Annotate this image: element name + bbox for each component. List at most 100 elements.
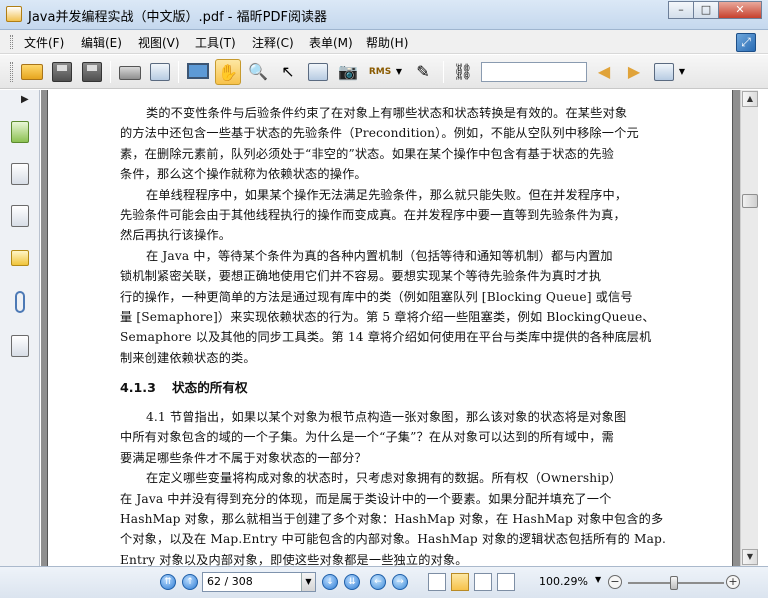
main-toolbar: ✋ 🔍 ↖ 📷 RMS ▼ ✎ ⛓ ◀ ▶ ▼ — [0, 55, 768, 89]
pdf-page[interactable]: 类的不变性条件与后验条件约束了在对象上有哪些状态和状态转换是有效的。在某些对象 … — [47, 90, 733, 566]
next-result-icon[interactable]: ▶ — [621, 59, 647, 85]
text-line: 先验条件可能会由于其他线程执行的操作而变成真。在并发程序中要一直等到先验条件为真… — [120, 207, 626, 222]
toolbar-separator — [178, 61, 179, 83]
page-indicator: 62 / 308 — [207, 575, 253, 588]
open-folder-icon[interactable] — [19, 59, 45, 85]
menu-grip[interactable] — [10, 35, 13, 49]
minimize-button[interactable]: – — [668, 1, 694, 19]
section-title: 状态的所有权 — [172, 380, 248, 396]
zoom-tool-icon[interactable]: 🔍 — [245, 59, 271, 85]
zoom-dropdown-icon[interactable]: ▼ — [595, 575, 601, 584]
menu-view[interactable]: 视图(V) — [138, 34, 180, 51]
menu-tools[interactable]: 工具(T) — [195, 34, 236, 51]
close-button[interactable]: ✕ — [718, 1, 762, 19]
page-number-field[interactable]: 62 / 308 ▼ — [202, 572, 316, 592]
toolbar-grip[interactable] — [10, 62, 13, 82]
hand-tool-icon[interactable]: ✋ — [215, 59, 241, 85]
expand-pane-icon[interactable]: ▶ — [21, 94, 29, 105]
search-input[interactable] — [481, 62, 587, 82]
prev-page-icon[interactable]: ↑ — [182, 574, 198, 590]
rms-dropdown-icon[interactable]: ▼ — [394, 59, 404, 85]
text-line: 锁机制紧密关联，要想正确地使用它们并不容易。要想实现某个等待先验条件为真时才执 — [120, 269, 602, 284]
text-line: 制来创建依赖状态的类。 — [120, 350, 256, 365]
first-page-icon[interactable]: ⇈ — [160, 574, 176, 590]
fullscreen-icon[interactable] — [185, 59, 211, 85]
menu-bar: 文件(F) 编辑(E) 视图(V) 工具(T) 注释(C) 表单(M) 帮助(H… — [0, 30, 768, 54]
zoom-out-icon[interactable]: − — [608, 575, 622, 589]
text-line: 4.1 节曾指出，如果以某个对象为根节点构造一张对象图，那么该对象的状态将是对象… — [146, 410, 627, 425]
text-line: 行的操作，一种更简单的方法是通过现有库中的类（例如阻塞队列 [Blocking … — [120, 289, 633, 304]
page-dropdown-icon[interactable]: ▼ — [301, 573, 315, 591]
vertical-scrollbar[interactable]: ▲ ▼ — [740, 90, 758, 566]
text-line: 的方法中还包含一些基于状态的先验条件（Precondition）。例如，不能从空… — [120, 126, 639, 141]
text-line: 在 Java 中并没有得到充分的体现，而是属于类设计中的一个要素。如果分配并填充… — [120, 491, 612, 506]
comments-icon[interactable] — [9, 246, 31, 270]
page-text: 类的不变性条件与后验条件约束了在对象上有哪些状态和状态转换是有效的。在某些对象 … — [120, 103, 690, 566]
scroll-thumb[interactable] — [742, 194, 758, 208]
status-bar: ⇈ ↑ 62 / 308 ▼ ↓ ⇊ ← → 100.29% ▼ − + — [0, 566, 768, 598]
toolbar-separator — [110, 61, 111, 83]
text-line: HashMap 对象，那么就相当于创建了多个对象：HashMap 对象，在 Ha… — [120, 512, 664, 527]
highlight-icon[interactable] — [651, 59, 677, 85]
text-line: Entry 对象以及内部对象，即使这些对象都是一些独立的对象。 — [120, 552, 468, 566]
title-bar: Java并发编程实战（中文版）.pdf - 福昕PDF阅读器 – □ ✕ — [0, 0, 768, 30]
scroll-down-arrow-icon[interactable]: ▼ — [742, 549, 758, 565]
window-controls: – □ ✕ — [668, 1, 762, 19]
text-line: 个对象，以及在 Map.Entry 中可能包含的内部对象。HashMap 对象的… — [120, 532, 666, 547]
section-number: 4.1.3 — [120, 380, 156, 396]
single-page-view-icon[interactable] — [428, 573, 446, 591]
zoom-level[interactable]: 100.29% — [539, 575, 588, 588]
pages-icon[interactable] — [9, 162, 31, 186]
next-page-icon[interactable]: ↓ — [322, 574, 338, 590]
menu-file[interactable]: 文件(F) — [24, 34, 64, 51]
prev-result-icon[interactable]: ◀ — [591, 59, 617, 85]
menu-help[interactable]: 帮助(H) — [366, 34, 408, 51]
signatures-icon[interactable] — [9, 334, 31, 358]
text-line: 然后再执行该操作。 — [120, 228, 232, 243]
zoom-in-icon[interactable]: + — [726, 575, 740, 589]
left-navigation-pane: ▶ — [0, 90, 40, 566]
menu-forms[interactable]: 表单(M) — [309, 34, 353, 51]
zoom-slider-thumb[interactable] — [670, 576, 678, 590]
continuous-view-icon[interactable] — [451, 573, 469, 591]
highlight-dropdown-icon[interactable]: ▼ — [677, 59, 687, 85]
select-arrow-icon[interactable]: ↖ — [275, 59, 301, 85]
text-line: 量 [Semaphore]）来实现依赖状态的行为。第 5 章将介绍一些阻塞类，例… — [120, 309, 655, 324]
text-line: 在 Java 中，等待某个条件为真的各种内置机制（包括等待和通知等机制）都与内置… — [146, 248, 613, 263]
snapshot-icon[interactable]: 📷 — [335, 59, 361, 85]
facing-view-icon[interactable] — [474, 573, 492, 591]
sign-icon[interactable]: ✎ — [410, 59, 436, 85]
save-as-icon[interactable] — [79, 59, 105, 85]
text-line: 在定义哪些变量将构成对象的状态时，只考虑对象拥有的数据。所有权（Ownershi… — [146, 471, 622, 486]
text-line: 类的不变性条件与后验条件约束了在对象上有哪些状态和状态转换是有效的。在某些对象 — [146, 106, 628, 120]
go-forward-icon[interactable]: → — [392, 574, 408, 590]
text-line: 要满足哪些条件才不属于对象状态的一部分？ — [120, 450, 367, 465]
document-area[interactable]: 类的不变性条件与后验条件约束了在对象上有哪些状态和状态转换是有效的。在某些对象 … — [41, 90, 740, 566]
print-icon[interactable] — [117, 59, 143, 85]
last-page-icon[interactable]: ⇊ — [344, 574, 360, 590]
corner-app-icon[interactable]: ⤢ — [736, 33, 756, 52]
section-heading: 4.1.3 状态的所有权 — [120, 378, 690, 398]
foxit-app-icon — [6, 6, 22, 22]
window-title: Java并发编程实战（中文版）.pdf - 福昕PDF阅读器 — [28, 10, 327, 25]
bookmarks-icon[interactable] — [9, 120, 31, 144]
go-back-icon[interactable]: ← — [370, 574, 386, 590]
text-line: Semaphore 以及其他的同步工具类。第 14 章将介绍如何使用在平台与类库… — [120, 330, 652, 345]
menu-edit[interactable]: 编辑(E) — [81, 34, 122, 51]
save-icon[interactable] — [49, 59, 75, 85]
email-icon[interactable] — [147, 59, 173, 85]
text-line: 中所有对象包含的域的一个子集。为什么是一个“子集”？在从对象可以达到的所有域中，… — [120, 430, 614, 445]
text-line: 在单线程程序中，如果某个操作无法满足先验条件，那么就只能失败。但在并发程序中， — [146, 187, 628, 202]
text-line: 素，在删除元素前，队列必须处于“非空的”状态。如果在某个操作中包含有基于状态的先… — [120, 146, 614, 161]
text-line: 条件，那么这个操作就称为依赖状态的操作。 — [120, 167, 367, 182]
rms-icon[interactable]: RMS — [367, 59, 393, 85]
continuous-facing-view-icon[interactable] — [497, 573, 515, 591]
toolbar-separator — [443, 61, 444, 83]
scroll-up-arrow-icon[interactable]: ▲ — [742, 91, 758, 107]
layers-icon[interactable] — [9, 204, 31, 228]
menu-comments[interactable]: 注释(C) — [252, 34, 294, 51]
text-select-icon[interactable] — [305, 59, 331, 85]
attachments-icon[interactable] — [9, 290, 31, 314]
maximize-button[interactable]: □ — [693, 1, 719, 19]
find-binoculars-icon[interactable]: ⛓ — [450, 59, 476, 85]
